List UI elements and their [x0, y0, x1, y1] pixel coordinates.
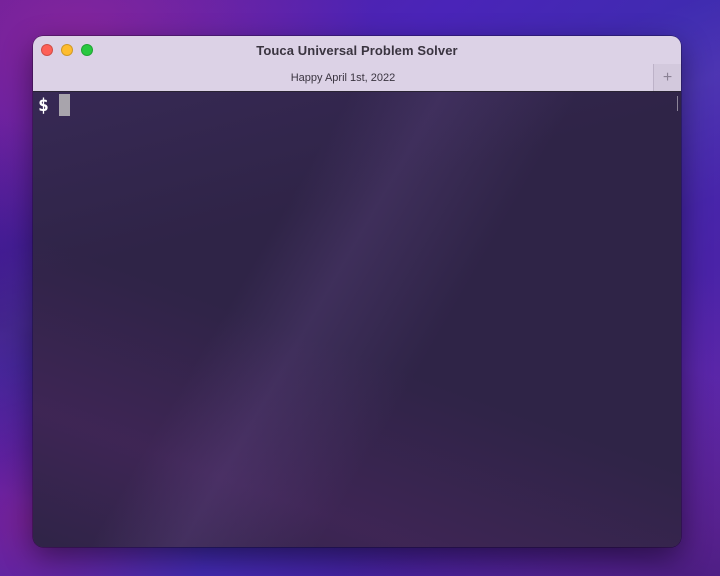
window-title: Touca Universal Problem Solver	[256, 42, 458, 58]
maximize-button[interactable]	[81, 44, 93, 56]
text-cursor	[58, 94, 70, 116]
scrollbar[interactable]	[677, 96, 678, 111]
tab-label: Happy April 1st, 2022	[290, 72, 396, 84]
shell-prompt: $	[38, 94, 49, 116]
close-button[interactable]	[41, 44, 53, 56]
prompt-line: $	[38, 94, 70, 116]
minimize-button[interactable]	[61, 44, 73, 56]
tab-active[interactable]: Happy April 1st, 2022	[33, 64, 653, 92]
terminal-window: Touca Universal Problem Solver Happy Apr…	[33, 36, 681, 547]
plus-icon: +	[662, 68, 673, 86]
terminal-content[interactable]: $	[33, 92, 681, 547]
window-controls	[41, 44, 93, 56]
new-tab-button[interactable]: +	[653, 64, 681, 91]
title-bar[interactable]: Touca Universal Problem Solver	[33, 36, 681, 64]
tab-bar: Happy April 1st, 2022 +	[33, 64, 681, 92]
